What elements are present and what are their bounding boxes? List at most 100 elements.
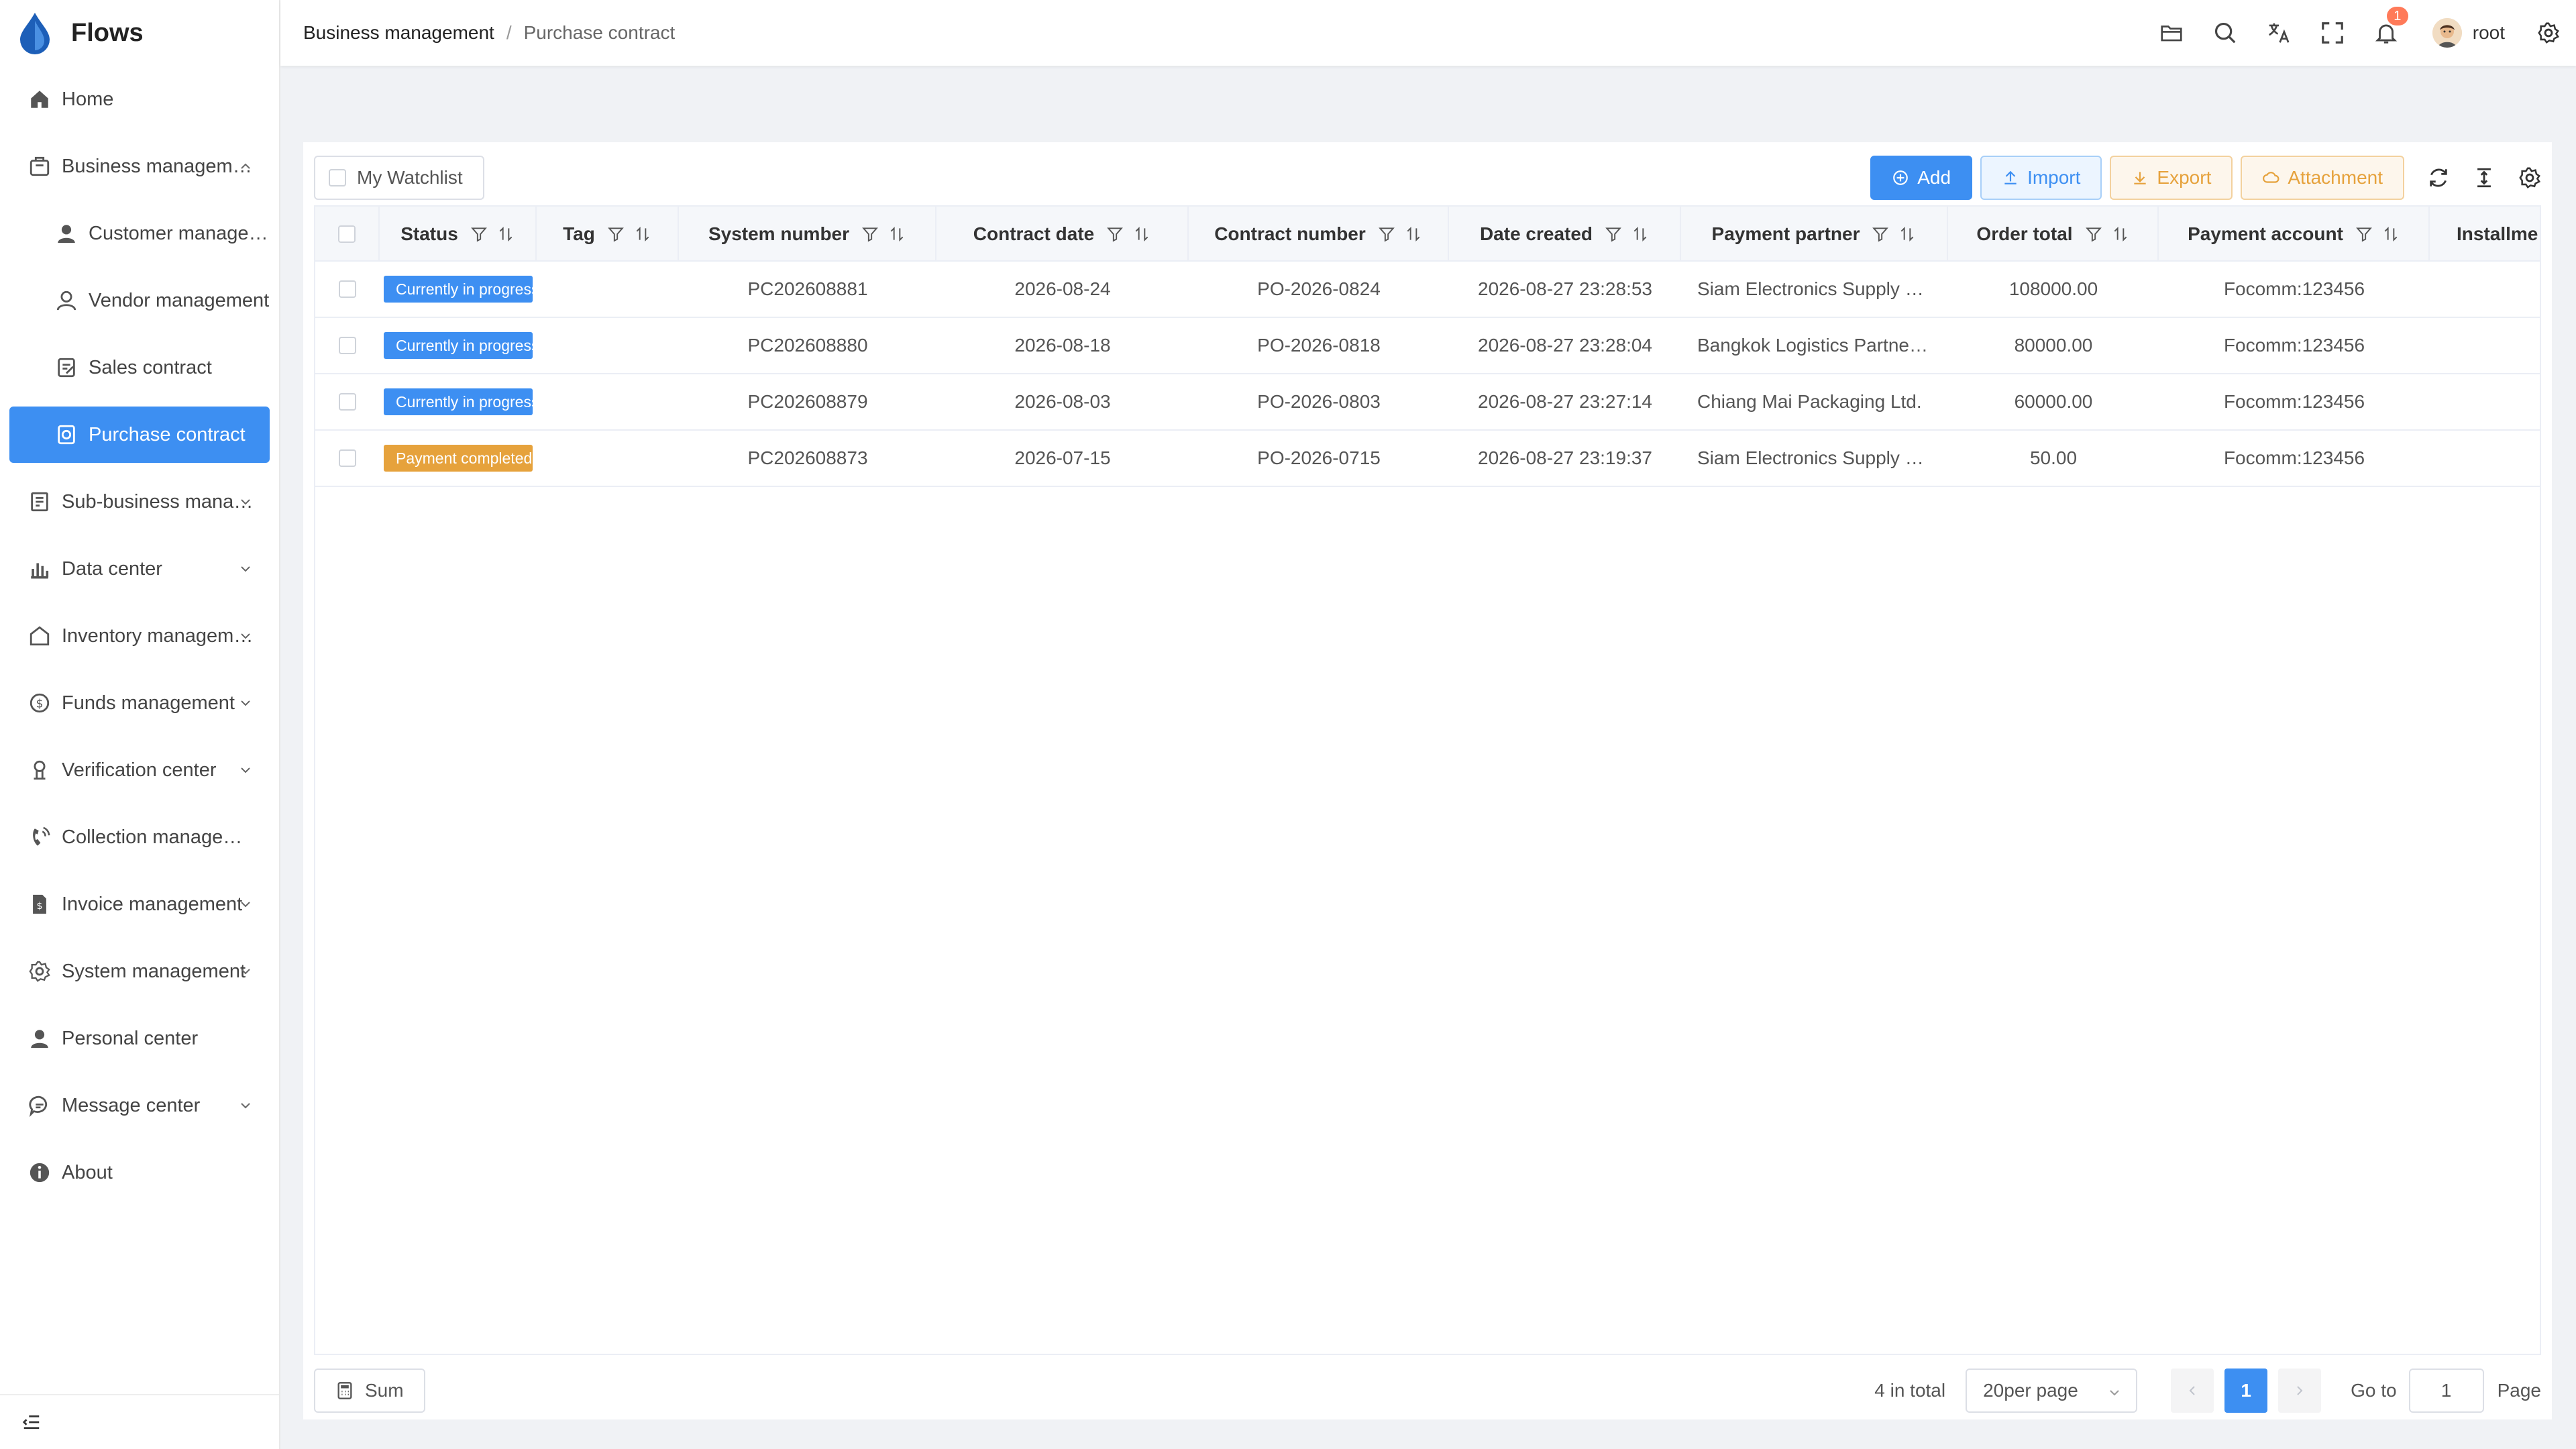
payment-account: Focomm:123456 <box>2223 278 2365 299</box>
row-checkbox[interactable] <box>339 280 356 298</box>
watchlist-checkbox[interactable] <box>329 169 346 186</box>
column-header-contract-date[interactable]: Contract date <box>936 207 1189 262</box>
sidebar-item-customer-management[interactable]: Customer management <box>0 200 279 267</box>
table-row[interactable]: Currently in progress PC202608881 2026-0… <box>315 262 2540 318</box>
page-size-select[interactable]: 20per page <box>1966 1368 2138 1413</box>
plus-circle-icon <box>1893 170 1909 185</box>
chevron-down-icon <box>241 902 250 908</box>
system-number: PC202608880 <box>747 335 868 356</box>
contract-date-cell: 2026-07-15 <box>936 431 1189 486</box>
sidebar-item-invoice[interactable]: $ Invoice management <box>0 871 279 938</box>
column-header-system-number[interactable]: System number <box>679 207 936 262</box>
sidebar-item-system[interactable]: System management <box>0 938 279 1005</box>
collapse-sidebar-button[interactable] <box>0 1394 279 1449</box>
next-page-button[interactable] <box>2278 1368 2322 1413</box>
sort-icon[interactable] <box>2382 225 2400 243</box>
row-checkbox[interactable] <box>339 393 356 411</box>
column-header-order-total[interactable]: Order total <box>1948 207 2159 262</box>
table-row[interactable]: Payment completed PC202608873 2026-07-15… <box>315 431 2540 487</box>
language-button[interactable] <box>2266 20 2292 46</box>
payment-partner: Siam Electronics Supply Co., Ltd. <box>1697 447 1928 468</box>
column-header-payment-partner[interactable]: Payment partner <box>1681 207 1948 262</box>
sidebar-item-data-center[interactable]: Data center <box>0 535 279 602</box>
column-header-contract-number[interactable]: Contract number <box>1189 207 1449 262</box>
sidebar-item-collection[interactable]: Collection management <box>0 804 279 871</box>
table-row[interactable]: Currently in progress PC202608879 2026-0… <box>315 374 2540 431</box>
sidebar-item-message-center[interactable]: Message center <box>0 1072 279 1139</box>
sum-button[interactable]: Sum <box>314 1368 425 1413</box>
sort-icon[interactable] <box>497 225 515 243</box>
sidebar-item-home[interactable]: Home <box>0 66 279 133</box>
filter-icon[interactable] <box>1378 225 1395 243</box>
add-button[interactable]: Add <box>1870 156 1973 200</box>
download-icon <box>2134 172 2147 184</box>
notifications-button[interactable]: 1 <box>2373 7 2408 46</box>
header-actions: 1 root <box>2131 0 2576 66</box>
payment-account-cell: Focomm:123456 <box>2159 262 2430 317</box>
sort-icon[interactable] <box>2112 225 2129 243</box>
table-row[interactable]: Currently in progress PC202608880 2026-0… <box>315 318 2540 374</box>
sidebar-item-personal-center[interactable]: Personal center <box>0 1005 279 1072</box>
filter-icon[interactable] <box>2085 225 2102 243</box>
payment-account: Focomm:123456 <box>2223 335 2365 356</box>
sidebar-item-funds[interactable]: $ Funds management <box>0 669 279 737</box>
user-menu[interactable]: root <box>2432 18 2505 48</box>
column-header-installment[interactable]: Installme <box>2430 207 2540 262</box>
row-height-button[interactable] <box>2473 166 2496 189</box>
search-button[interactable] <box>2212 20 2238 46</box>
sidebar: Flows Home Business management Customer … <box>0 0 280 1449</box>
sum-label: Sum <box>365 1380 404 1401</box>
goto-page-input[interactable]: 1 <box>2408 1368 2484 1413</box>
row-checkbox[interactable] <box>339 337 356 354</box>
filter-icon[interactable] <box>1106 225 1124 243</box>
filter-icon[interactable] <box>1605 225 1622 243</box>
date-created-cell: 2026-08-27 23:19:37 <box>1449 431 1681 486</box>
filter-icon[interactable] <box>470 225 488 243</box>
sidebar-item-sales-contract[interactable]: Sales contract <box>0 334 279 401</box>
sidebar-item-sub-business[interactable]: Sub-business management <box>0 468 279 535</box>
column-height-icon <box>2477 168 2491 188</box>
sort-icon[interactable] <box>634 225 651 243</box>
business-icon <box>30 156 50 176</box>
settings-icon[interactable] <box>2537 21 2560 44</box>
sort-icon[interactable] <box>1631 225 1649 243</box>
page-number-current[interactable]: 1 <box>2224 1368 2268 1413</box>
breadcrumb-item-business-management[interactable]: Business management <box>303 22 494 44</box>
row-checkbox[interactable] <box>339 449 356 467</box>
filter-icon[interactable] <box>607 225 625 243</box>
verification-icon <box>34 760 46 780</box>
sort-icon[interactable] <box>888 225 906 243</box>
sidebar-item-business-management[interactable]: Business management <box>0 133 279 200</box>
status-cell: Currently in progress <box>380 262 537 317</box>
filter-icon[interactable] <box>2355 225 2373 243</box>
refresh-button[interactable] <box>2427 166 2450 189</box>
sidebar-item-inventory[interactable]: Inventory management <box>0 602 279 669</box>
sidebar-item-vendor-management[interactable]: Vendor management <box>0 267 279 334</box>
column-header-status[interactable]: Status <box>380 207 537 262</box>
column-header-date-created[interactable]: Date created <box>1449 207 1681 262</box>
installment-cell <box>2430 374 2540 429</box>
import-button[interactable]: Import <box>1980 156 2102 200</box>
sidebar-item-purchase-contract[interactable]: Purchase contract <box>9 407 270 463</box>
sort-icon[interactable] <box>1898 225 1916 243</box>
my-watchlist-toggle[interactable]: My Watchlist <box>314 156 484 200</box>
prev-page-button[interactable] <box>2171 1368 2214 1413</box>
select-all-checkbox[interactable] <box>338 225 356 243</box>
export-button[interactable]: Export <box>2110 156 2233 200</box>
order-total: 80000.00 <box>2014 335 2093 356</box>
column-header-payment-account[interactable]: Payment account <box>2159 207 2430 262</box>
import-label: Import <box>2027 167 2081 188</box>
folder-button[interactable] <box>2159 20 2184 46</box>
fullscreen-button[interactable] <box>2320 20 2345 46</box>
sort-icon[interactable] <box>1405 225 1422 243</box>
attachment-button[interactable]: Attachment <box>2241 156 2404 200</box>
column-header-tag[interactable]: Tag <box>537 207 679 262</box>
filter-icon[interactable] <box>861 225 879 243</box>
sidebar-item-verification[interactable]: Verification center <box>0 737 279 804</box>
sidebar-item-about[interactable]: About <box>0 1139 279 1206</box>
notification-badge: 1 <box>2386 7 2408 25</box>
sort-icon[interactable] <box>1133 225 1150 243</box>
app-logo[interactable]: Flows <box>0 0 279 66</box>
filter-icon[interactable] <box>1872 225 1889 243</box>
column-settings-button[interactable] <box>2518 166 2541 189</box>
